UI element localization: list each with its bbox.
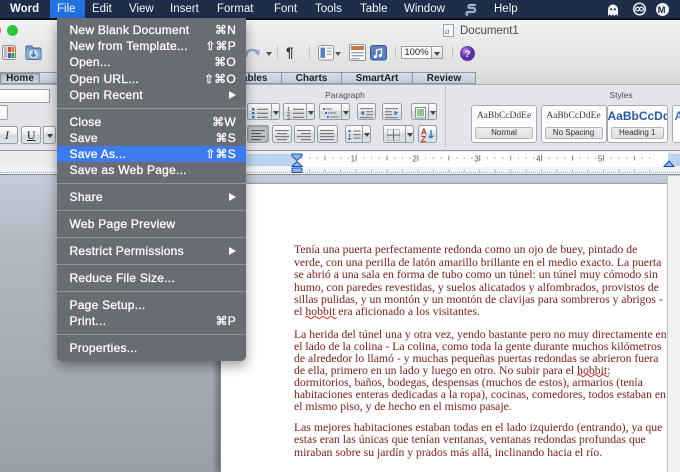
svg-text:3: 3	[287, 117, 290, 121]
svg-text:M: M	[658, 5, 666, 16]
svg-text:2: 2	[412, 155, 417, 164]
svg-text:3: 3	[474, 155, 479, 164]
svg-text:4: 4	[536, 155, 541, 164]
svg-text:?: ?	[465, 49, 471, 60]
svg-text:a: a	[445, 26, 450, 36]
svg-text:5: 5	[598, 155, 603, 164]
svg-text:1: 1	[351, 155, 356, 164]
svg-text:Z: Z	[421, 135, 426, 143]
